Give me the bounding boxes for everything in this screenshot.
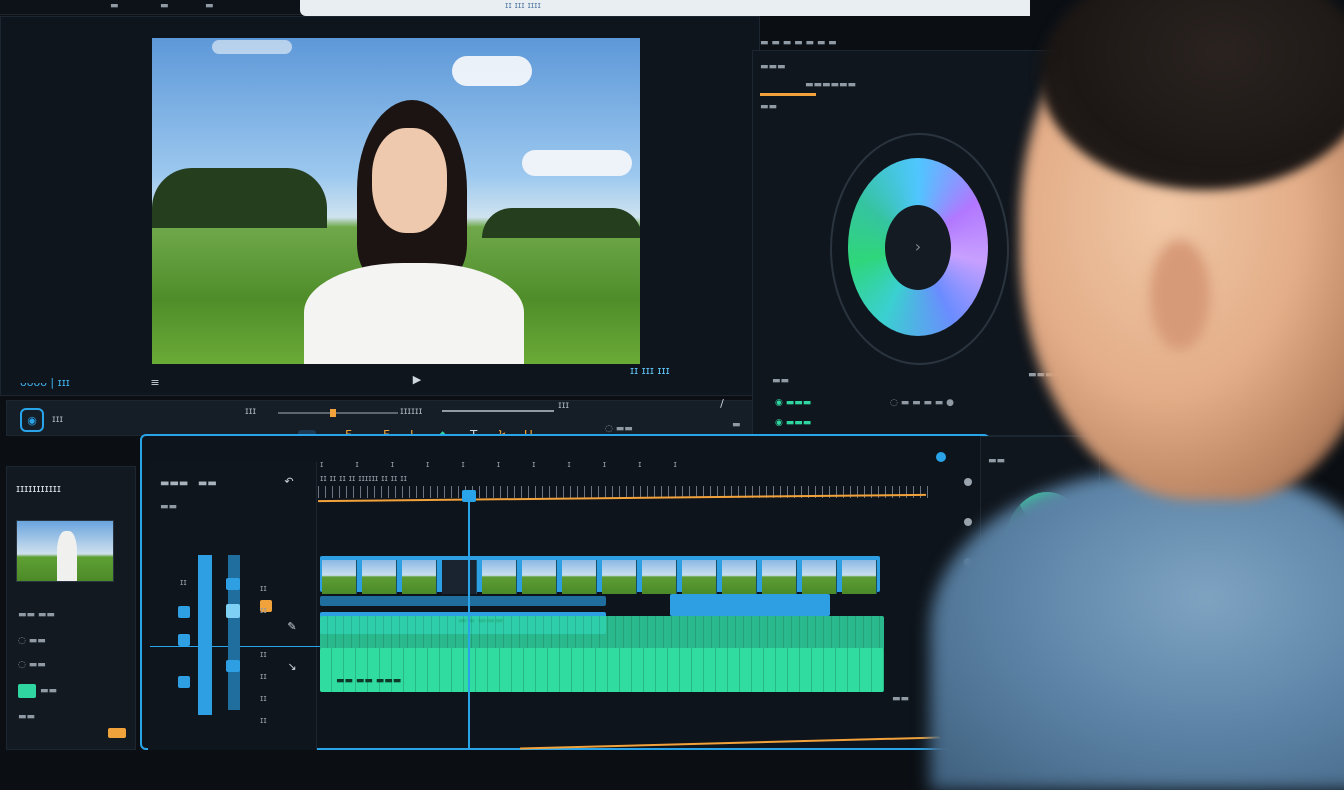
playhead[interactable]: [468, 492, 470, 750]
mixer-title: ▬▬▬ ▬▬: [160, 478, 217, 489]
mixer-scale: ɪɪ: [180, 578, 187, 588]
play-icon[interactable]: ▶: [408, 370, 426, 388]
timecode-ruler-labels: ɪɪɪɪɪɪɪɪɪɪɪ: [320, 460, 709, 470]
media-item[interactable]: ◌ ▬▬: [18, 636, 46, 646]
cloud: [212, 40, 292, 54]
undo-icon[interactable]: ↶: [282, 474, 296, 488]
playhead-handle[interactable]: [462, 490, 476, 502]
chevron-right-icon[interactable]: ›: [908, 236, 928, 256]
fader-knob[interactable]: [178, 606, 190, 618]
settings-controls[interactable]: ▬: [732, 420, 741, 430]
cloud: [452, 56, 532, 86]
timeline-indicator-dot: [936, 452, 946, 462]
window-title: ɪɪ ɪɪɪ ɪɪɪɪ: [505, 1, 541, 11]
video-thumbnails: [322, 560, 878, 594]
subject-face: [372, 128, 447, 233]
mixer-label: ▬▬: [160, 502, 178, 512]
color-panel-tab[interactable]: ▬▬▬▬▬▬: [805, 80, 856, 90]
color-control-icons[interactable]: ◌ ▬ ▬ ▬ ▬ ●: [890, 398, 954, 408]
pen-icon[interactable]: ✎: [286, 620, 298, 633]
fader-knob[interactable]: [178, 634, 190, 646]
color-control-row[interactable]: ◉ ▬▬▬: [775, 398, 811, 408]
thumbnail-subject: [57, 531, 77, 581]
scrub-bar-right[interactable]: [442, 410, 554, 412]
media-item-active[interactable]: [18, 684, 36, 698]
preview-left-controls[interactable]: ᴗᴗᴗᴗ | ɪɪɪ: [20, 376, 70, 389]
video-preview[interactable]: [152, 38, 640, 364]
fader-left[interactable]: [198, 555, 212, 715]
media-item[interactable]: ▬▬: [18, 712, 35, 722]
menu-item[interactable]: ▬: [160, 1, 169, 11]
video-track-clip-2[interactable]: [320, 596, 606, 606]
tree-line: [152, 168, 327, 228]
media-item[interactable]: ▬▬: [40, 686, 57, 696]
color-panel-footer: ▬▬: [772, 376, 790, 386]
ruler-header: ɪɪ ɪɪ ɪɪ ɪɪ ɪɪɪɪɪɪ ɪɪ ɪɪ ɪɪ: [320, 474, 407, 484]
fader-knob[interactable]: [178, 676, 190, 688]
app-logo-icon[interactable]: ◉: [20, 408, 44, 432]
audio-track-green-2[interactable]: [320, 648, 884, 692]
media-item-marker: [108, 728, 126, 738]
scrub-handle[interactable]: [330, 409, 336, 417]
scrub-bar[interactable]: [278, 412, 398, 414]
media-item-label: ▬▬ ▬▬: [18, 610, 55, 620]
menu-item[interactable]: ▬: [205, 1, 214, 11]
media-panel: [6, 466, 136, 750]
mixer-values: ɪɪ ɪɪ ɪɪ ɪɪ ɪɪ ɪɪ: [260, 584, 267, 726]
audio-track-green-1[interactable]: [320, 616, 884, 650]
tree-line: [482, 208, 640, 238]
viewer-ear: [1150, 240, 1210, 350]
media-thumbnail[interactable]: [16, 520, 114, 582]
color-panel-label: ▬▬: [760, 102, 778, 112]
audio-track-label: ▬▬ ▬▬ ▬▬▬: [336, 676, 402, 686]
fader-knob[interactable]: [226, 578, 240, 590]
time-right: ɪɪɪ: [558, 400, 570, 411]
zoom-controls[interactable]: ◌ ▬▬: [605, 424, 633, 434]
active-tab-indicator: [760, 93, 816, 96]
panel-toolbar[interactable]: ▬ ▬ ▬ ▬ ▬ ▬ ▬: [760, 38, 837, 48]
preview-right-controls[interactable]: ɪɪ ɪɪɪ ɪɪɪ: [630, 364, 670, 377]
media-item[interactable]: ◌ ▬▬: [18, 660, 46, 670]
timeline-footer-label: ▬▬: [892, 694, 910, 704]
list-icon[interactable]: ≡: [148, 376, 162, 389]
fader-knob[interactable]: [226, 660, 240, 672]
subject-shirt: [304, 263, 524, 364]
video-track-clip-3[interactable]: [670, 594, 830, 616]
time-mid: ɪɪɪɪɪɪ: [400, 406, 423, 417]
media-panel-title: ɪɪɪɪɪɪɪɪɪɪɪ: [16, 482, 61, 495]
title-bar-strip: [300, 0, 1030, 16]
cloud: [522, 150, 632, 176]
menu-item[interactable]: ▬: [110, 1, 119, 11]
arrow-icon[interactable]: ↘: [286, 660, 298, 673]
clip-label: ɪɪɪ: [52, 414, 64, 425]
edit-icon[interactable]: /: [715, 396, 729, 410]
scope-title: ▬▬: [988, 456, 1006, 466]
fader-knob[interactable]: [226, 604, 240, 618]
color-panel-tab[interactable]: ▬▬▬: [760, 62, 786, 72]
transport-bar: [6, 400, 758, 436]
color-control-row[interactable]: ◉ ▬▬▬: [775, 418, 811, 428]
time-left: ɪɪɪ: [245, 406, 257, 417]
